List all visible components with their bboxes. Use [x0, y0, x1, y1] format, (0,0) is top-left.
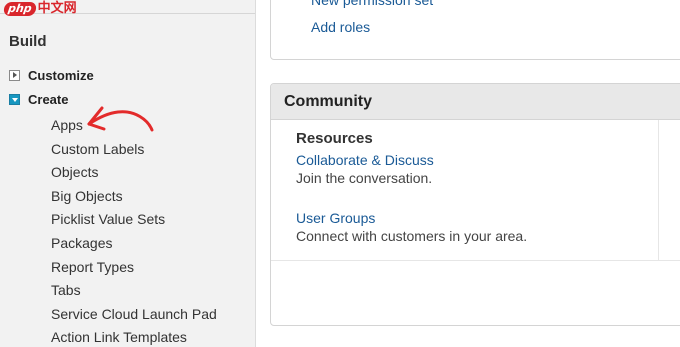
add-roles-link[interactable]: Add roles	[311, 19, 370, 35]
sidebar-item-action-link-templates[interactable]: Action Link Templates	[51, 326, 217, 347]
sidebar-item-tabs[interactable]: Tabs	[51, 279, 217, 303]
sidebar-item-custom-labels[interactable]: Custom Labels	[51, 138, 217, 162]
sidebar-item-packages[interactable]: Packages	[51, 232, 217, 256]
sidebar-item-service-cloud-launch-pad[interactable]: Service Cloud Launch Pad	[51, 303, 217, 327]
community-panel: Community Resources Collaborate & Discus…	[270, 83, 680, 326]
community-title: Community	[284, 92, 372, 110]
top-panel: New permission set Add roles	[270, 0, 680, 60]
column-divider	[658, 120, 659, 261]
main-content: New permission set Add roles Community R…	[256, 0, 680, 347]
page: php 中文网 Build Customize Create Apps Cust…	[0, 0, 680, 347]
collaborate-discuss-description: Join the conversation.	[296, 170, 433, 186]
expand-toggle-icon[interactable]	[9, 69, 20, 81]
red-arrow-annotation-icon	[87, 106, 154, 132]
create-children-list: Apps Custom Labels Objects Big Objects P…	[51, 114, 217, 347]
resources-heading: Resources	[296, 130, 373, 147]
sidebar-item-picklist-value-sets[interactable]: Picklist Value Sets	[51, 208, 217, 232]
sidebar-item-objects[interactable]: Objects	[51, 161, 217, 185]
sidebar: Build Customize Create Apps Custom Label…	[0, 0, 256, 347]
collaborate-discuss-link[interactable]: Collaborate & Discuss	[296, 152, 434, 168]
watermark-logo: php	[3, 2, 37, 16]
sidebar-item-big-objects[interactable]: Big Objects	[51, 185, 217, 209]
new-permission-set-link[interactable]: New permission set	[311, 0, 433, 8]
tree-node-label: Customize	[28, 67, 94, 83]
community-body: Resources Collaborate & Discuss Join the…	[271, 120, 680, 261]
community-header: Community	[271, 84, 680, 120]
watermark-text: 中文网	[37, 1, 77, 16]
tree-node-label: Create	[28, 91, 69, 107]
tree-node-customize[interactable]: Customize	[9, 67, 94, 83]
tree-node-create[interactable]: Create	[9, 91, 68, 107]
user-groups-description: Connect with customers in your area.	[296, 228, 528, 244]
watermark: php 中文网	[3, 0, 77, 18]
sidebar-item-report-types[interactable]: Report Types	[51, 256, 217, 280]
collapse-toggle-icon[interactable]	[9, 93, 20, 105]
build-heading: Build	[9, 33, 47, 50]
user-groups-link[interactable]: User Groups	[296, 210, 375, 226]
